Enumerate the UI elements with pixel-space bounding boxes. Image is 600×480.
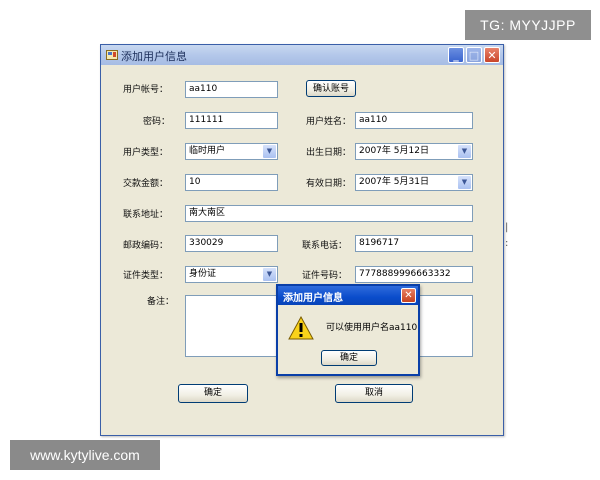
id-number-label: 证件号码： — [302, 271, 348, 281]
background-window-edge: | — [505, 222, 509, 233]
maximize-button[interactable]: □ — [466, 47, 482, 63]
warning-icon — [288, 316, 314, 340]
minimize-button[interactable]: _ — [448, 47, 464, 63]
account-label: 用户帐号： — [123, 85, 169, 95]
user-type-value: 临时用户 — [189, 146, 226, 156]
add-user-window: 添加用户信息 _ □ ✕ 用户帐号： aa110 确认账号 密码： 111111… — [100, 44, 504, 436]
chevron-down-icon[interactable]: ▼ — [458, 145, 471, 158]
chevron-down-icon[interactable]: ▼ — [263, 268, 276, 281]
dialog-close-button[interactable]: ✕ — [401, 288, 416, 303]
id-type-value: 身份证 — [189, 269, 217, 279]
window-title: 添加用户信息 — [121, 50, 187, 63]
password-label: 密码： — [143, 117, 171, 127]
id-number-input[interactable]: 7778889996663332 — [355, 266, 473, 283]
birth-date-value: 2007年 5月12日 — [359, 146, 429, 156]
app-icon — [106, 50, 118, 60]
ok-button[interactable]: 确定 — [178, 384, 248, 403]
address-input[interactable]: 南大南区 — [185, 205, 473, 222]
birth-date-label: 出生日期： — [306, 148, 352, 158]
user-type-select[interactable]: 临时用户 ▼ — [185, 143, 278, 160]
notes-label: 备注： — [147, 297, 175, 307]
confirm-account-button[interactable]: 确认账号 — [306, 80, 356, 97]
cancel-button[interactable]: 取消 — [335, 384, 413, 403]
background-window-edge: : — [505, 238, 509, 249]
birth-date-picker[interactable]: 2007年 5月12日 ▼ — [355, 143, 473, 160]
close-button[interactable]: ✕ — [484, 47, 500, 63]
chevron-down-icon[interactable]: ▼ — [263, 145, 276, 158]
amount-input[interactable]: 10 — [185, 174, 278, 191]
valid-date-value: 2007年 5月31日 — [359, 177, 429, 187]
tg-watermark-badge: TG: MYYJJPP — [465, 10, 591, 40]
dialog-title: 添加用户信息 — [283, 293, 343, 304]
phone-label: 联系电话： — [302, 241, 348, 251]
amount-label: 交款金额： — [123, 179, 169, 189]
postcode-label: 邮政编码： — [123, 241, 169, 251]
account-input[interactable]: aa110 — [185, 81, 278, 98]
site-watermark-badge: www.kytylive.com — [10, 440, 160, 470]
dialog-message: 可以使用用户名aa110 — [326, 323, 418, 333]
address-label: 联系地址： — [123, 210, 169, 220]
id-type-label: 证件类型： — [123, 271, 169, 281]
user-type-label: 用户类型： — [123, 148, 169, 158]
dialog-titlebar[interactable]: 添加用户信息 ✕ — [278, 286, 418, 305]
id-type-select[interactable]: 身份证 ▼ — [185, 266, 278, 283]
postcode-input[interactable]: 330029 — [185, 235, 278, 252]
chevron-down-icon[interactable]: ▼ — [458, 176, 471, 189]
valid-date-picker[interactable]: 2007年 5月31日 ▼ — [355, 174, 473, 191]
valid-date-label: 有效日期： — [306, 179, 352, 189]
phone-input[interactable]: 8196717 — [355, 235, 473, 252]
password-input[interactable]: 111111 — [185, 112, 278, 129]
username-label: 用户姓名： — [306, 117, 352, 127]
message-dialog: 添加用户信息 ✕ 可以使用用户名aa110 确定 — [276, 284, 420, 376]
window-titlebar[interactable]: 添加用户信息 _ □ ✕ — [101, 45, 503, 65]
dialog-ok-button[interactable]: 确定 — [321, 350, 377, 366]
username-input[interactable]: aa110 — [355, 112, 473, 129]
